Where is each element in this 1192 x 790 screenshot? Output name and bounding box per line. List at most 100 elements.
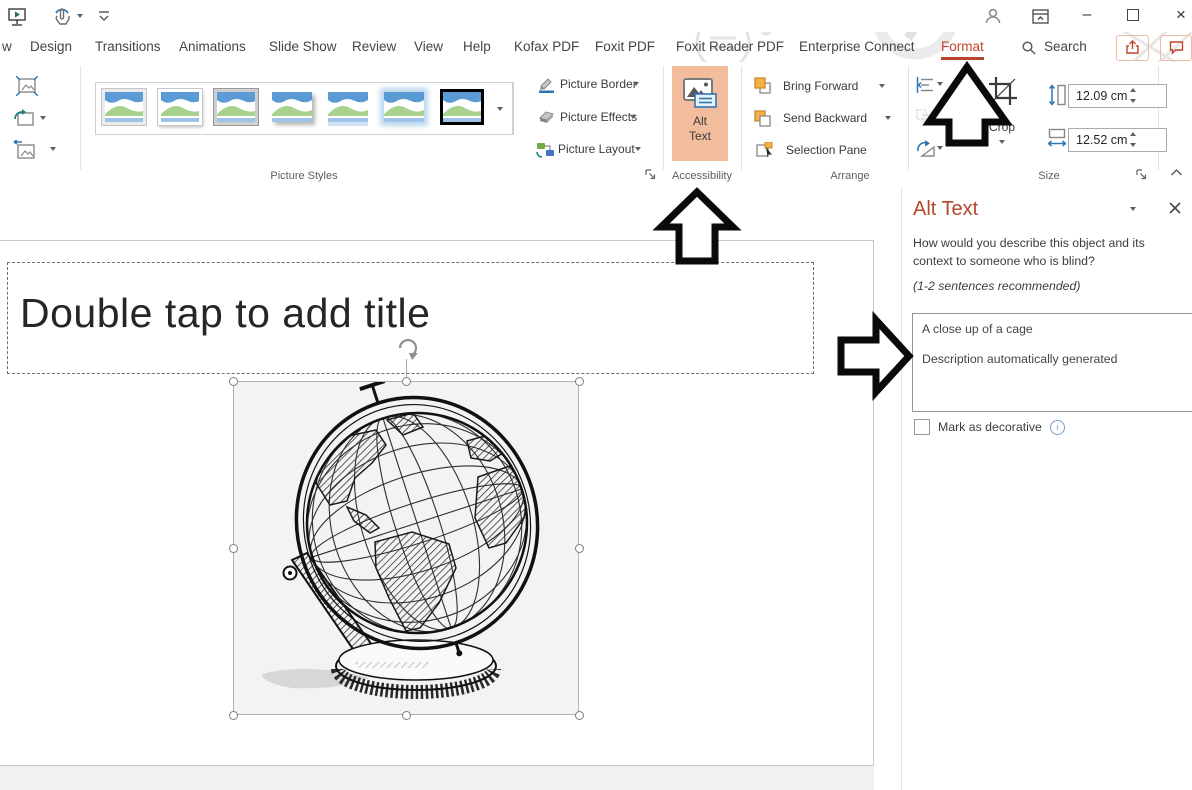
selection-pane-button[interactable]: Selection Pane	[786, 143, 867, 157]
share-button[interactable]	[1116, 35, 1149, 61]
picture-style-option-selected[interactable]	[440, 89, 484, 125]
picture-effects-caret[interactable]	[630, 115, 636, 119]
size-dialog-launcher[interactable]	[1136, 169, 1147, 180]
change-picture-caret[interactable]	[40, 116, 46, 120]
reset-picture-caret[interactable]	[50, 147, 56, 151]
reset-picture-icon[interactable]	[12, 140, 36, 160]
picture-styles-group-label: Picture Styles	[95, 170, 513, 182]
comments-button[interactable]	[1160, 35, 1192, 61]
maximize-icon	[1127, 9, 1139, 21]
picture-layout-caret[interactable]	[635, 147, 641, 151]
pane-close-icon[interactable]	[1168, 201, 1182, 215]
customize-quick-access-icon[interactable]	[97, 11, 111, 23]
maximize-button[interactable]	[1116, 2, 1150, 28]
tab-foxit-reader-pdf[interactable]: Foxit Reader PDF	[676, 39, 784, 54]
alt-text-button-label-2: Text	[672, 129, 728, 143]
picture-layout-button[interactable]: Picture Layout	[558, 142, 635, 156]
group-divider	[1158, 66, 1159, 170]
tab-foxit-pdf[interactable]: Foxit PDF	[595, 39, 655, 54]
crop-icon	[988, 76, 1018, 106]
resize-handle-top-right[interactable]	[575, 377, 584, 386]
tab-animations[interactable]: Animations	[179, 39, 246, 54]
compress-pictures-icon[interactable]	[16, 76, 38, 96]
account-icon[interactable]	[984, 7, 1002, 25]
tab-help[interactable]: Help	[463, 39, 491, 54]
gallery-more-button[interactable]	[487, 82, 513, 135]
tab-slide-show[interactable]: Slide Show	[269, 39, 337, 54]
shape-width-icon	[1048, 128, 1066, 148]
picture-effects-button[interactable]: Picture Effects	[560, 110, 637, 124]
width-spinner[interactable]	[1126, 128, 1140, 150]
crop-caret[interactable]	[999, 140, 1005, 144]
search-label[interactable]: Search	[1044, 39, 1087, 54]
alt-text-pane: Alt Text How would you describe this obj…	[901, 187, 1192, 790]
pane-options-caret[interactable]	[1130, 207, 1136, 211]
align-objects-icon[interactable]	[916, 77, 934, 93]
picture-style-option-3[interactable]	[214, 89, 258, 125]
alt-text-input[interactable]: A close up of a cage Description automat…	[912, 313, 1192, 412]
picture-layout-icon	[536, 141, 555, 158]
resize-handle-bottom-left[interactable]	[229, 711, 238, 720]
search-icon[interactable]	[1022, 41, 1036, 55]
tab-enterprise-connect[interactable]: Enterprise Connect	[799, 39, 915, 54]
resize-handle-middle-right[interactable]	[575, 544, 584, 553]
mark-as-decorative-row: Mark as decorative i	[914, 419, 1065, 435]
tab-view[interactable]: View	[414, 39, 443, 54]
picture-style-option-1[interactable]	[102, 89, 146, 125]
rotate-objects-icon[interactable]	[916, 140, 935, 157]
pane-title: Alt Text	[913, 198, 978, 221]
resize-handle-top-center[interactable]	[402, 377, 411, 386]
bring-forward-icon	[754, 77, 772, 94]
tab-transitions[interactable]: Transitions	[95, 39, 161, 54]
resize-handle-top-left[interactable]	[229, 377, 238, 386]
rotate-caret[interactable]	[937, 146, 943, 150]
ribbon-display-options-icon[interactable]	[1032, 9, 1049, 24]
group-divider	[663, 66, 664, 170]
picture-style-option-6[interactable]	[382, 89, 426, 125]
group-divider	[741, 66, 742, 170]
tab-review[interactable]: Review	[352, 39, 396, 54]
tab-design[interactable]: Design	[30, 39, 72, 54]
picture-style-option-5[interactable]	[326, 89, 370, 125]
tab-kofax-pdf[interactable]: Kofax PDF	[514, 39, 579, 54]
start-slideshow-icon[interactable]	[8, 7, 27, 26]
align-caret[interactable]	[937, 82, 943, 86]
height-spinner[interactable]	[1126, 84, 1140, 106]
gallery-more-caret	[497, 107, 503, 111]
change-picture-icon[interactable]	[14, 109, 36, 129]
comment-icon	[1169, 40, 1184, 55]
arrange-group-label: Arrange	[795, 170, 905, 182]
title-placeholder-text: Double tap to add title	[20, 290, 430, 337]
picture-styles-dialog-launcher[interactable]	[645, 169, 656, 180]
close-button[interactable]: ×	[1164, 2, 1192, 28]
area-below-slide	[0, 766, 874, 790]
resize-handle-bottom-center[interactable]	[402, 711, 411, 720]
picture-style-option-2[interactable]	[158, 89, 202, 125]
resize-handle-middle-left[interactable]	[229, 544, 238, 553]
group-objects-icon	[916, 109, 934, 125]
picture-style-option-4[interactable]	[270, 89, 314, 125]
crop-button[interactable]: Crop	[989, 120, 1015, 134]
bring-forward-caret[interactable]	[879, 84, 885, 88]
globe-picture[interactable]	[234, 382, 578, 714]
send-backward-button[interactable]: Send Backward	[783, 111, 867, 125]
tab-draw-partial[interactable]: w	[2, 39, 12, 54]
shape-width-input[interactable]	[1068, 128, 1167, 152]
alt-text-button[interactable]: Alt Text	[672, 66, 728, 161]
mark-as-decorative-checkbox[interactable]	[914, 419, 930, 435]
picture-border-icon	[538, 76, 555, 93]
picture-border-button[interactable]: Picture Border	[560, 77, 637, 91]
picture-border-caret[interactable]	[633, 82, 639, 86]
alt-text-line-1: A close up of a cage	[922, 322, 1192, 336]
collapse-ribbon-icon[interactable]	[1170, 168, 1183, 177]
resize-handle-bottom-right[interactable]	[575, 711, 584, 720]
rotate-handle[interactable]	[394, 336, 422, 360]
minimize-button[interactable]: –	[1070, 2, 1104, 28]
touch-mouse-mode-icon[interactable]	[52, 6, 72, 27]
send-backward-caret[interactable]	[885, 116, 891, 120]
shape-height-input[interactable]	[1068, 84, 1167, 108]
info-icon[interactable]: i	[1050, 420, 1065, 435]
tab-format[interactable]: Format	[941, 39, 984, 60]
touch-mode-caret[interactable]	[77, 14, 83, 18]
bring-forward-button[interactable]: Bring Forward	[783, 79, 858, 93]
